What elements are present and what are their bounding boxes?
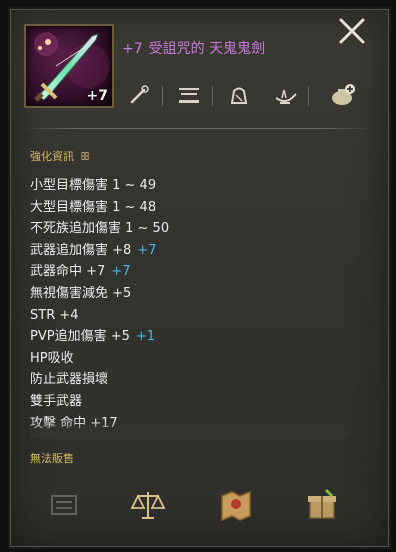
drop-bag-icon (230, 87, 248, 104)
stat-line: 無視傷害減免 +5 (30, 285, 132, 301)
stat-line: 武器追加傷害 +8 +7 (30, 242, 157, 258)
scale-icon (130, 492, 166, 519)
stat-line: PVP追加傷害 +5 +1 (30, 329, 156, 345)
add-bag-icon (332, 84, 355, 105)
add-bag-button[interactable] (330, 82, 356, 108)
stat-line: 武器命中 +7 +7 (30, 264, 131, 280)
item-action-toolbar (126, 82, 376, 112)
refine-level-badge: +7 (86, 88, 108, 104)
treasure-map-icon (221, 490, 251, 522)
toolbar-divider (308, 86, 309, 106)
compare-equip-icon (179, 88, 199, 103)
genie-lamp-icon (275, 89, 297, 104)
disabled-settings-icon (51, 495, 77, 515)
stat-line: 小型目標傷害 1 ~ 49 (30, 178, 157, 193)
magnifier-wand-icon (130, 85, 149, 104)
stat-line: HP吸收 (30, 350, 74, 366)
item-title: +7 受詛咒的 天鬼鬼劍 (122, 38, 265, 58)
refine-info-label: 強化資訊 (30, 150, 74, 163)
refine-info-icon: ꕥ (80, 150, 91, 163)
item-icon-frame[interactable]: +7 (24, 24, 114, 108)
magnifier-wand-button[interactable] (126, 82, 152, 108)
disabled-settings-button (44, 486, 84, 524)
stat-line: 雙手武器 (30, 393, 83, 409)
stats-scroll-fade (30, 420, 350, 438)
item-title-name: 受詛咒的 天鬼鬼劍 (148, 41, 266, 57)
stat-line: 大型目標傷害 1 ~ 48 (30, 199, 157, 215)
treasure-map-button[interactable] (216, 486, 256, 524)
item-stats-list: 小型目標傷害 1 ~ 49 大型目標傷害 1 ~ 48 不死族追加傷害 1 ~ … (30, 175, 350, 437)
close-button[interactable] (337, 16, 367, 46)
drop-bag-button[interactable] (226, 82, 252, 108)
no-sale-label: 無法販售 (30, 452, 74, 465)
item-title-refine: +7 (122, 41, 143, 57)
stat-line: STR +4 (30, 307, 79, 323)
scale-button[interactable] (128, 486, 168, 524)
toolbar-divider (212, 86, 213, 106)
stat-line: 不死族追加傷害 1 ~ 50 (30, 221, 170, 237)
gift-box-icon (308, 488, 336, 519)
genie-lamp-button[interactable] (272, 82, 298, 108)
refine-info-heading: 強化資訊 ꕥ (30, 148, 90, 164)
stat-line: 防止武器損壞 (30, 372, 109, 388)
close-icon (339, 18, 365, 44)
gift-box-button[interactable] (302, 486, 342, 524)
header-divider (24, 128, 372, 129)
compare-equip-button[interactable] (176, 82, 202, 108)
toolbar-divider (162, 86, 163, 106)
